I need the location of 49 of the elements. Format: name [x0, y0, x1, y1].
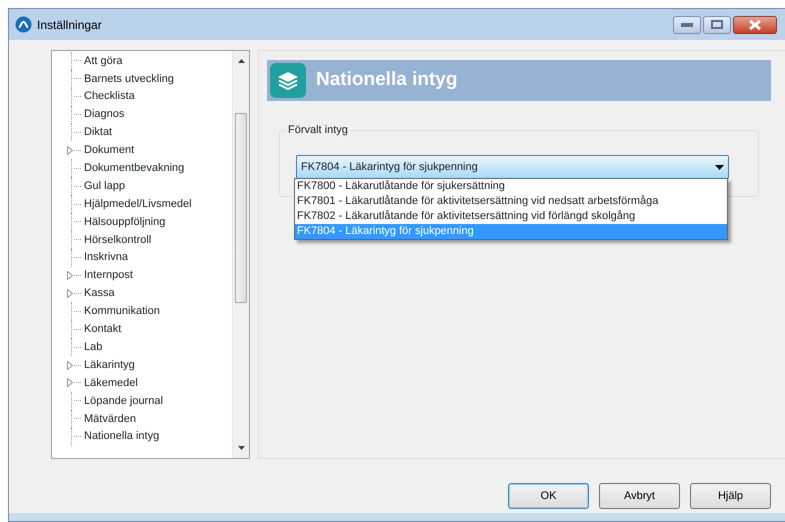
expand-icon[interactable]	[67, 146, 73, 155]
tree-item[interactable]: Dokumentbevakning	[83, 160, 186, 177]
group-label: Förvalt intyg	[286, 122, 350, 138]
tree-item[interactable]: Löpande journal	[83, 392, 164, 410]
close-icon	[749, 20, 761, 30]
section-title: Nationella intyg	[316, 68, 458, 92]
tree-item[interactable]: Diktat	[83, 124, 114, 141]
dialog-button[interactable]: OK	[508, 483, 589, 509]
tree-item[interactable]: Att göra	[83, 52, 124, 70]
certificate-dropdown[interactable]: FK7804 - Läkarintyg för sjukpenning	[296, 155, 729, 179]
expand-icon[interactable]	[67, 360, 73, 370]
tree-item[interactable]: Barnets utveckling	[83, 70, 175, 88]
expand-icon[interactable]	[67, 289, 73, 298]
layers-icon	[270, 63, 306, 98]
maximize-button[interactable]	[703, 16, 731, 34]
dialog-button[interactable]: Avbryt	[599, 483, 680, 509]
maximize-icon	[711, 20, 723, 29]
tree-item[interactable]: Internpost	[83, 267, 134, 284]
caret-icon	[715, 164, 724, 170]
scroll-down-icon[interactable]	[238, 446, 245, 450]
expand-icon[interactable]	[67, 378, 73, 388]
minimize-icon	[681, 22, 693, 26]
expand-icon[interactable]	[67, 271, 73, 280]
tree-item[interactable]: Hörselkontroll	[83, 232, 152, 248]
dropdown-option[interactable]: FK7800 - Läkarutlåtande för sjukersättning	[295, 179, 727, 194]
scrollbar[interactable]	[232, 51, 249, 458]
tree-item[interactable]: Hjälpmedel/Livsmedel	[83, 196, 193, 212]
tree-item[interactable]: Dokument	[83, 142, 136, 159]
dropdown-option[interactable]: FK7802 - Läkarutlåtande för aktivitetsersättning vid förlängd skolgång	[295, 209, 727, 224]
tree-item[interactable]: Kommunikation	[83, 303, 161, 320]
minimize-button[interactable]	[673, 16, 701, 34]
tree-item[interactable]: Diagnos	[83, 106, 126, 123]
dialog-button[interactable]: Hjälp	[690, 483, 771, 509]
tree-item[interactable]: Kontakt	[83, 321, 122, 338]
tree-item[interactable]: Nationella intyg	[83, 428, 160, 445]
tree-item[interactable]: Inskrivna	[83, 249, 130, 266]
app-logo-icon	[15, 16, 32, 33]
tree-item[interactable]: Hälsouppföljning	[83, 214, 166, 230]
tree-item[interactable]: Läkarintyg	[83, 356, 136, 374]
scroll-up-icon[interactable]	[238, 59, 245, 63]
tree-item[interactable]: Läkemedel	[83, 374, 139, 392]
close-button[interactable]	[733, 16, 777, 34]
tree-item[interactable]: Gul lapp	[83, 178, 126, 194]
window-title: Inställningar	[37, 16, 102, 34]
tree-item[interactable]: Kassa	[83, 285, 116, 302]
tree-item[interactable]: Mätvärden	[83, 410, 137, 427]
dropdown-option[interactable]: FK7801 - Läkarutlåtande för aktivitetsersättning vid nedsatt arbetsförmåga	[295, 194, 727, 209]
tree-item[interactable]: Checklista	[83, 88, 136, 105]
tree-item[interactable]: Lab	[83, 338, 104, 356]
